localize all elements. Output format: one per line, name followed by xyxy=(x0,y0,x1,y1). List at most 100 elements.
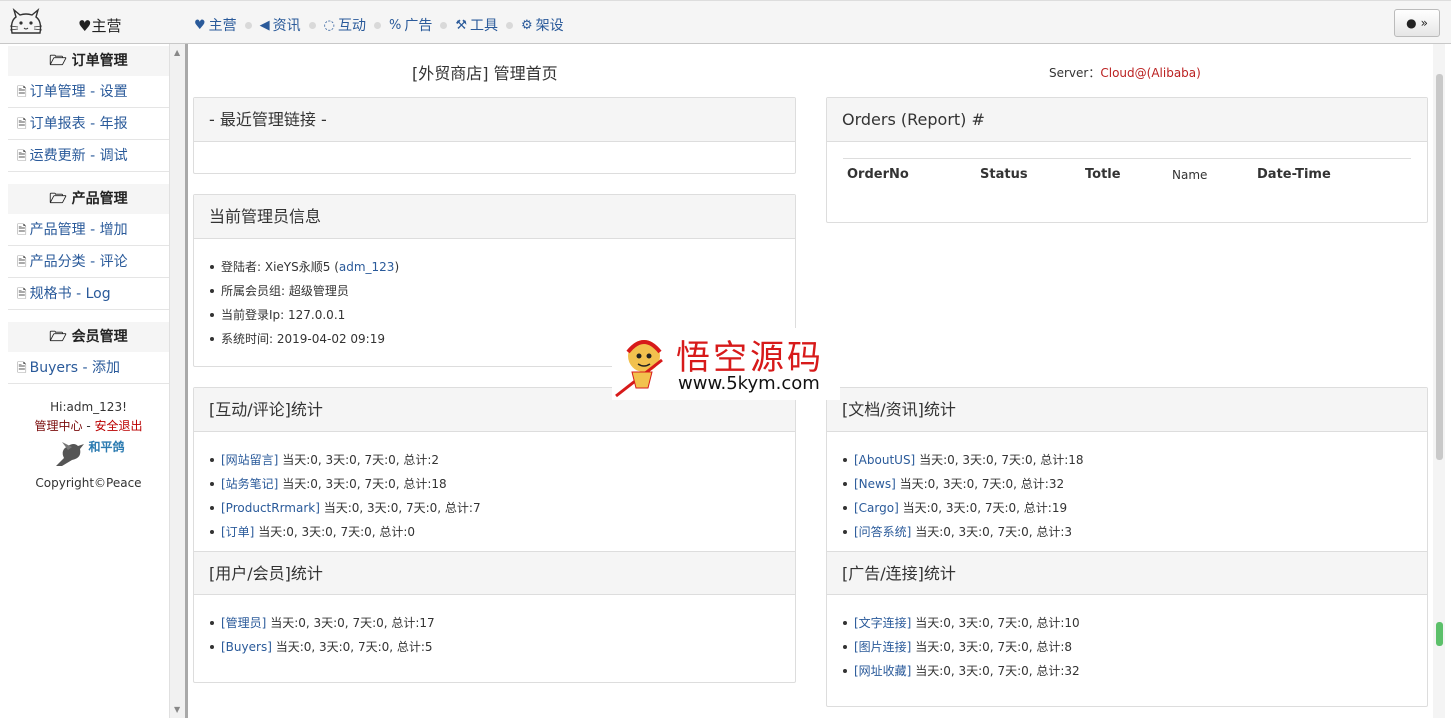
nav-item-ads[interactable]: % 广告 xyxy=(389,15,432,35)
stat-link[interactable]: [Buyers] xyxy=(221,640,272,654)
stat-row: [文字连接] 当天:0, 3天:0, 7天:0, 总计:10 xyxy=(842,611,1427,635)
file-icon: 🗎 xyxy=(17,255,27,269)
column-header[interactable]: OrderNo xyxy=(843,159,976,191)
column-header[interactable]: Totle xyxy=(1081,159,1168,191)
manage-center-link[interactable]: 管理中心 xyxy=(35,419,83,433)
docs-stats-panel: [文档/资讯]统计 [AboutUS] 当天:0, 3天:0, 7天:0, 总计… xyxy=(826,387,1428,707)
stat-row: [网站留言] 当天:0, 3天:0, 7天:0, 总计:2 xyxy=(209,448,795,472)
sidebar-item-order-settings[interactable]: 🗎 订单管理 - 设置 xyxy=(8,76,169,108)
scrollbar-thumb[interactable] xyxy=(1436,74,1443,460)
main-nav: ♥ 主营 ◀ 资讯 ◌ 互动 % 广告 ⚒ 工具 ⚙ 架设 xyxy=(194,15,564,35)
dove-text: 和平鸽 xyxy=(88,440,125,454)
stat-link[interactable]: [Cargo] xyxy=(854,501,899,515)
nav-separator xyxy=(506,21,514,29)
sidebar-section-orders[interactable]: 🗁 订单管理 xyxy=(8,46,169,76)
nav-separator xyxy=(308,21,316,29)
watermark-url: www.5kym.com xyxy=(678,373,820,394)
panel-title: [文档/资讯]统计 xyxy=(827,388,1427,432)
file-icon: 🗎 xyxy=(17,117,27,131)
folder-open-icon: 🗁 xyxy=(49,329,72,345)
logout-link[interactable]: 安全退出 xyxy=(94,419,142,433)
brand-home-link[interactable]: ♥主营 xyxy=(78,15,121,36)
file-icon: 🗎 xyxy=(17,287,27,301)
nav-separator xyxy=(244,21,252,29)
main-scrollbar[interactable] xyxy=(1433,44,1445,718)
greeting-text: Hi:adm_123! xyxy=(50,400,127,414)
nav-separator xyxy=(374,21,381,29)
stat-row: [News] 当天:0, 3天:0, 7天:0, 总计:32 xyxy=(842,472,1427,496)
orders-table: OrderNo Status Totle Name Date-Time xyxy=(843,158,1411,190)
link-icon: % xyxy=(389,17,402,33)
column-header[interactable]: Name xyxy=(1168,159,1253,191)
server-info: Server：Cloud@(Alibaba) xyxy=(1049,66,1201,80)
user-menu-button[interactable]: ●» xyxy=(1394,9,1440,37)
heart-icon: ♥ xyxy=(194,17,206,33)
monkey-king-icon xyxy=(615,340,663,398)
admin-username-link[interactable]: adm_123 xyxy=(339,260,395,274)
copyright: Copyright©Peace xyxy=(35,476,142,490)
sidebar-section-products[interactable]: 🗁 产品管理 xyxy=(8,184,169,214)
nav-item-main[interactable]: ♥ 主营 xyxy=(194,15,237,35)
sidebar-scrollbar[interactable]: ▲ ▼ xyxy=(169,44,185,718)
scrollbar-indicator xyxy=(1436,622,1443,646)
recent-links-panel: - 最近管理链接 - xyxy=(193,97,796,174)
stat-link[interactable]: [图片连接] xyxy=(854,640,911,654)
sidebar: 🗁 订单管理 🗎 订单管理 - 设置 🗎 订单报表 - 年报 🗎 运费更新 - 调试 … xyxy=(8,44,169,718)
nav-item-news[interactable]: ◀ 资讯 xyxy=(260,15,301,35)
file-icon: 🗎 xyxy=(17,149,27,163)
nav-item-tools[interactable]: ⚒ 工具 xyxy=(455,15,498,35)
stat-row: [图片连接] 当天:0, 3天:0, 7天:0, 总计:8 xyxy=(842,635,1427,659)
file-icon: 🗎 xyxy=(17,85,27,99)
stat-link[interactable]: [订单] xyxy=(221,525,254,539)
stat-link[interactable]: [站务笔记] xyxy=(221,477,278,491)
login-ip-item: 当前登录Ip: 127.0.0.1 xyxy=(209,303,795,327)
file-icon: 🗎 xyxy=(17,223,27,237)
cat-logo-icon[interactable] xyxy=(6,7,46,39)
scroll-down-icon[interactable]: ▼ xyxy=(174,705,180,714)
login-user-item: 登陆者: XieYS永顺5 (adm_123) xyxy=(209,255,795,279)
dove-logo: 和平鸽 xyxy=(8,436,169,474)
stat-row: [问答系统] 当天:0, 3天:0, 7天:0, 总计:3 xyxy=(842,520,1427,544)
stat-link[interactable]: [AboutUS] xyxy=(854,453,915,467)
page-title: [外贸商店] 管理首页 xyxy=(412,64,558,83)
scroll-up-icon[interactable]: ▲ xyxy=(174,48,180,57)
sidebar-item-order-report[interactable]: 🗎 订单报表 - 年报 xyxy=(8,108,169,140)
member-group-item: 所属会员组: 超级管理员 xyxy=(209,279,795,303)
sidebar-item-buyers-add[interactable]: 🗎 Buyers - 添加 xyxy=(8,352,169,384)
sidebar-item-spec-log[interactable]: 🗎 规格书 - Log xyxy=(8,278,169,310)
nav-item-interact[interactable]: ◌ 互动 xyxy=(324,15,366,35)
nav-separator xyxy=(440,21,448,29)
interaction-stats-panel: [互动/评论]统计 [网站留言] 当天:0, 3天:0, 7天:0, 总计:2 … xyxy=(193,387,796,683)
stat-row: [网址收藏] 当天:0, 3天:0, 7天:0, 总计:32 xyxy=(842,659,1427,683)
stat-row: [Buyers] 当天:0, 3天:0, 7天:0, 总计:5 xyxy=(209,635,795,659)
sidebar-user-info: Hi:adm_123! 管理中心 - 安全退出 和平鸽 Copyright©Pe… xyxy=(8,400,169,490)
stat-link[interactable]: [网址收藏] xyxy=(854,664,911,678)
stat-link[interactable]: [ProductRrmark] xyxy=(221,501,320,515)
panel-title: 当前管理员信息 xyxy=(194,195,795,239)
stat-link[interactable]: [News] xyxy=(854,477,896,491)
stat-link[interactable]: [问答系统] xyxy=(854,525,911,539)
dove-icon xyxy=(56,442,85,466)
sidebar-item-freight-update[interactable]: 🗎 运费更新 - 调试 xyxy=(8,140,169,172)
sidebar-section-members[interactable]: 🗁 会员管理 xyxy=(8,322,169,352)
sidebar-item-product-category[interactable]: 🗎 产品分类 - 评论 xyxy=(8,246,169,278)
stat-row: [管理员] 当天:0, 3天:0, 7天:0, 总计:17 xyxy=(209,611,795,635)
user-icon: ● xyxy=(1406,16,1417,30)
bullhorn-icon: ◀ xyxy=(259,17,270,33)
watermark: 悟空源码 www.5kym.com xyxy=(612,328,840,400)
sidebar-item-product-add[interactable]: 🗎 产品管理 - 增加 xyxy=(8,214,169,246)
stat-row: [站务笔记] 当天:0, 3天:0, 7天:0, 总计:18 xyxy=(209,472,795,496)
nav-item-setup[interactable]: ⚙ 架设 xyxy=(521,15,564,35)
stat-row: [Cargo] 当天:0, 3天:0, 7天:0, 总计:19 xyxy=(842,496,1427,520)
stat-row: [订单] 当天:0, 3天:0, 7天:0, 总计:0 xyxy=(209,520,795,544)
stat-link[interactable]: [文字连接] xyxy=(854,616,911,630)
stat-row: [ProductRrmark] 当天:0, 3天:0, 7天:0, 总计:7 xyxy=(209,496,795,520)
column-header[interactable]: Date-Time xyxy=(1253,159,1411,191)
folder-open-icon: 🗁 xyxy=(49,53,72,69)
stat-link[interactable]: [管理员] xyxy=(221,616,266,630)
watermark-title: 悟空源码 xyxy=(676,338,824,378)
stat-link[interactable]: [网站留言] xyxy=(221,453,278,467)
file-icon: 🗎 xyxy=(17,361,27,375)
column-header[interactable]: Status xyxy=(976,159,1081,191)
folder-open-icon: 🗁 xyxy=(49,191,72,207)
